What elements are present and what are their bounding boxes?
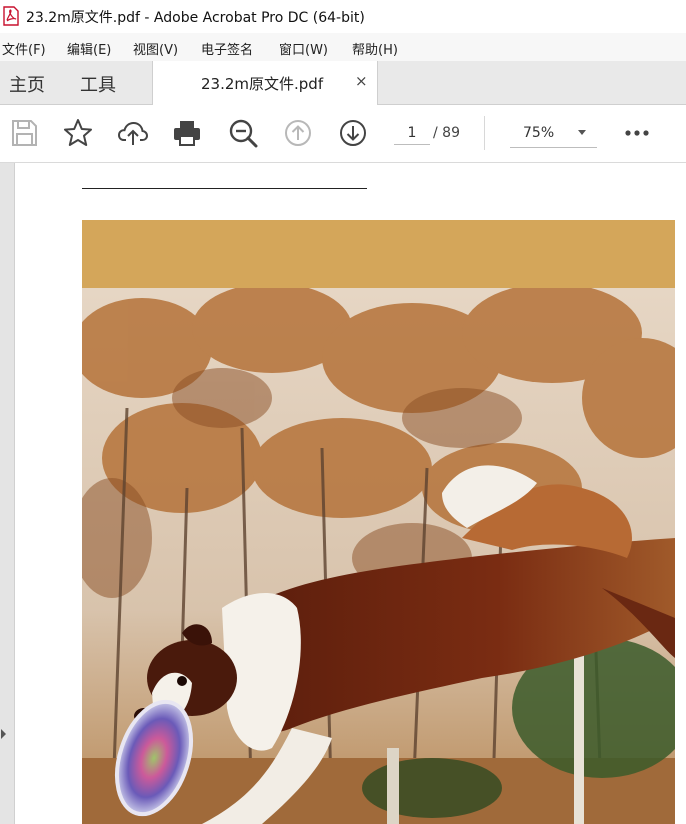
pdf-file-icon	[3, 6, 19, 26]
menu-help[interactable]: 帮助(H)	[352, 39, 398, 58]
tab-tools[interactable]: 工具	[80, 71, 116, 97]
bookmark-star-icon[interactable]	[62, 117, 94, 149]
tab-home[interactable]: 主页	[9, 71, 45, 97]
page-header-band	[82, 220, 675, 288]
page-down-icon[interactable]	[337, 117, 369, 149]
tab-bar: 主页 工具 23.2m原文件.pdf ×	[0, 61, 686, 105]
navigation-pane-collapsed[interactable]	[0, 163, 15, 824]
menu-view[interactable]: 视图(V)	[133, 39, 178, 58]
page-total: / 89	[433, 125, 460, 141]
more-icon[interactable]	[624, 117, 654, 149]
toolbar-divider	[484, 116, 485, 150]
upload-cloud-icon[interactable]	[117, 117, 149, 149]
menu-window[interactable]: 窗口(W)	[279, 39, 328, 58]
save-icon[interactable]	[8, 117, 40, 149]
document-viewport[interactable]	[0, 163, 686, 824]
page-header-rule	[82, 188, 367, 189]
page-number-input[interactable]	[394, 122, 430, 145]
close-tab-button[interactable]: ×	[355, 72, 368, 90]
window-title: 23.2m原文件.pdf - Adobe Acrobat Pro DC (64-…	[26, 10, 365, 26]
menu-file[interactable]: 文件(F)	[2, 39, 46, 58]
zoom-value: 75%	[523, 125, 555, 141]
title-bar: 23.2m原文件.pdf - Adobe Acrobat Pro DC (64-…	[0, 0, 686, 33]
expand-pane-arrow-icon[interactable]	[1, 729, 6, 739]
print-icon[interactable]	[171, 117, 203, 149]
toolbar: / 89 75%	[0, 105, 686, 163]
menu-edit[interactable]: 编辑(E)	[67, 39, 111, 58]
menu-bar: 文件(F) 编辑(E) 视图(V) 电子签名 窗口(W) 帮助(H)	[0, 33, 686, 61]
dog-frisbee-photo	[82, 288, 675, 824]
page-up-icon[interactable]	[282, 117, 314, 149]
menu-e-sign[interactable]: 电子签名	[201, 39, 253, 58]
chevron-down-icon	[578, 130, 586, 135]
zoom-out-icon[interactable]	[227, 117, 259, 149]
tab-document[interactable]: 23.2m原文件.pdf ×	[152, 61, 378, 105]
document-tab-label: 23.2m原文件.pdf	[201, 75, 324, 93]
zoom-dropdown[interactable]: 75%	[510, 117, 597, 148]
